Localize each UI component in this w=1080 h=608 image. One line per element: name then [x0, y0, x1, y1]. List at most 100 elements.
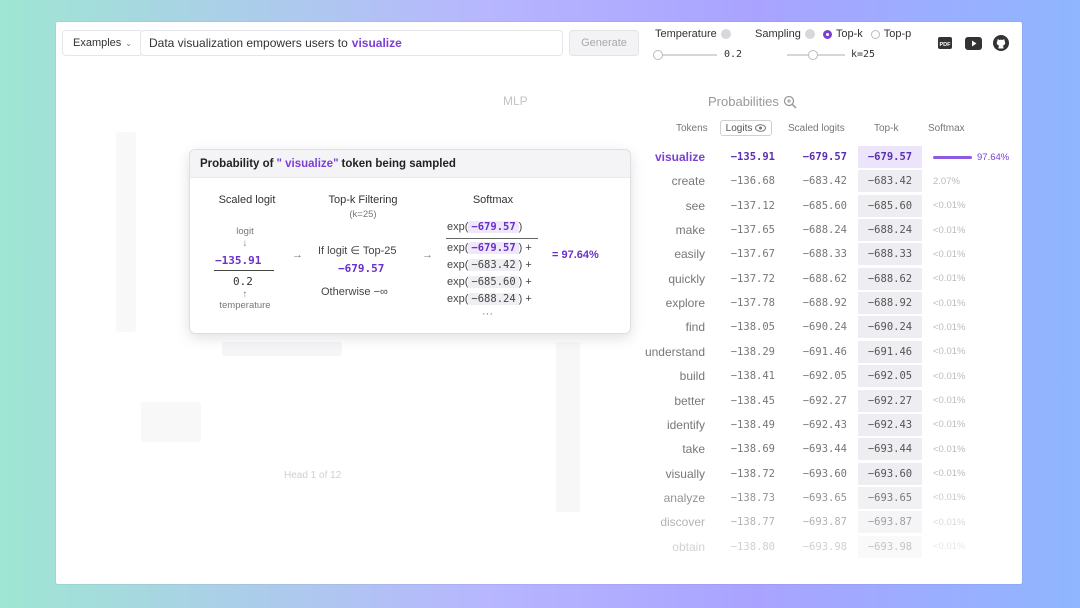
- topk-cell: −693.60: [858, 462, 922, 485]
- softmax-cell: <0.01%: [933, 341, 1013, 363]
- logit-cell: −138.77: [730, 516, 775, 529]
- softmax-cell: <0.01%: [933, 219, 1013, 241]
- topk-cell: −693.98: [858, 535, 922, 558]
- info-icon[interactable]: [720, 29, 731, 39]
- denominator-term: exp(−679.57) +: [447, 242, 532, 254]
- k-slider-knob[interactable]: [808, 50, 818, 60]
- topk-label[interactable]: Top-k: [836, 28, 863, 40]
- logit-cell: −138.80: [730, 540, 775, 553]
- probabilities-label: Probabilities: [708, 94, 779, 109]
- logit-cell: −137.72: [730, 272, 775, 285]
- exp-close: ): [518, 242, 523, 254]
- topk-radio[interactable]: [822, 29, 832, 39]
- temperature-slider-knob[interactable]: [653, 50, 663, 60]
- topk-cell: −688.92: [858, 292, 922, 315]
- probability-popup: Probability of " visualize" token being …: [189, 149, 631, 334]
- token-cell: analyze: [663, 490, 705, 505]
- denominator-value: −679.57: [468, 242, 519, 254]
- softmax-value: <0.01%: [933, 516, 966, 528]
- softmax-cell: <0.01%: [933, 243, 1013, 265]
- examples-dropdown[interactable]: Examples ⌄: [62, 30, 143, 56]
- topk-cell: −692.05: [858, 365, 922, 388]
- softmax-value: <0.01%: [933, 370, 966, 382]
- logit-cell: −136.68: [730, 175, 775, 188]
- sampling-control: Sampling Top-k Top-p: [755, 28, 911, 40]
- github-icon[interactable]: [992, 34, 1010, 52]
- scaled-logit-title: Scaled logit: [218, 194, 276, 206]
- softmax-value: <0.01%: [933, 419, 966, 431]
- scaled-logit-cell: −688.24: [802, 224, 847, 237]
- scaled-logit-cell: −693.65: [802, 491, 847, 504]
- header-scaled-logits: Scaled logits: [788, 123, 845, 134]
- header-logits: Logits: [725, 122, 753, 134]
- exp-close: ): [518, 276, 523, 288]
- denominator-value: −683.42: [468, 259, 519, 271]
- softmax-title: Softmax: [472, 194, 514, 206]
- table-row[interactable]: understand −138.29 −691.46 −691.46 <0.01%: [56, 340, 1022, 363]
- plus-sign: +: [525, 259, 532, 271]
- softmax-value: <0.01%: [933, 346, 966, 358]
- token-cell: make: [675, 223, 705, 238]
- temperature-label: temperature: [219, 300, 271, 311]
- softmax-fraction-line: [446, 238, 538, 239]
- examples-label: Examples: [73, 37, 122, 49]
- prompt-text: Data visualization empowers users to: [149, 36, 348, 50]
- logit-cell: −138.05: [730, 321, 775, 334]
- exp-close: ): [518, 221, 523, 233]
- token-cell: quickly: [668, 271, 705, 286]
- topk-cell: −692.43: [858, 413, 922, 436]
- if-text: If logit ∈ Top-25: [318, 245, 397, 257]
- probabilities-title: Probabilities: [708, 94, 797, 109]
- topk-cell: −693.65: [858, 486, 922, 509]
- popup-header: Probability of " visualize" token being …: [190, 150, 630, 178]
- topk-cell: −692.27: [858, 389, 922, 412]
- youtube-icon[interactable]: [964, 34, 982, 52]
- zoom-icon[interactable]: [783, 95, 797, 109]
- popup-title-prefix: Probability of: [200, 157, 274, 170]
- softmax-cell: <0.01%: [933, 316, 1013, 338]
- logit-cell: −138.72: [730, 467, 775, 480]
- token-cell: explore: [665, 296, 705, 311]
- softmax-value: <0.01%: [933, 492, 966, 504]
- denominator-value: −685.60: [468, 276, 519, 288]
- exp-label: exp(: [447, 259, 469, 271]
- token-cell: visualize: [654, 150, 705, 164]
- prompt-input[interactable]: Data visualization empowers users to vis…: [140, 30, 563, 56]
- header-logits-toggle[interactable]: Logits: [720, 120, 772, 136]
- table-row[interactable]: discover −138.77 −693.87 −693.87 <0.01%: [56, 511, 1022, 534]
- table-row[interactable]: visually −138.72 −693.60 −693.60 <0.01%: [56, 462, 1022, 485]
- plus-sign: +: [525, 293, 532, 305]
- numerator-value: −679.57: [468, 221, 519, 233]
- topk-cell: −693.44: [858, 438, 922, 461]
- prompt-highlight: visualize: [351, 36, 402, 50]
- token-cell: see: [685, 198, 705, 213]
- table-row[interactable]: build −138.41 −692.05 −692.05 <0.01%: [56, 365, 1022, 388]
- topp-label[interactable]: Top-p: [884, 28, 912, 40]
- up-arrow: ↑: [242, 289, 248, 300]
- arrow: →: [292, 249, 303, 261]
- temperature-slider-track[interactable]: [657, 54, 717, 56]
- topk-cell: −683.42: [858, 170, 922, 193]
- eye-icon: [755, 124, 767, 132]
- denominator-term: exp(−688.24) +: [447, 293, 532, 305]
- table-row[interactable]: obtain −138.80 −693.98 −693.98 <0.01%: [56, 535, 1022, 558]
- generate-button[interactable]: Generate: [569, 30, 639, 56]
- temperature-divisor: 0.2: [233, 275, 253, 288]
- ellipsis: ···: [482, 308, 493, 320]
- info-icon[interactable]: [804, 29, 815, 39]
- softmax-result: = 97.64%: [552, 249, 599, 261]
- sampling-label: Sampling: [755, 28, 801, 40]
- popup-token: " visualize": [276, 157, 339, 170]
- pdf-icon[interactable]: PDF: [936, 34, 954, 52]
- table-row[interactable]: identify −138.49 −692.43 −692.43 <0.01%: [56, 413, 1022, 436]
- scaled-logit-cell: −683.42: [802, 175, 847, 188]
- table-row[interactable]: better −138.45 −692.27 −692.27 <0.01%: [56, 389, 1022, 412]
- topp-radio[interactable]: [870, 29, 880, 39]
- softmax-value: <0.01%: [933, 321, 966, 333]
- table-row[interactable]: analyze −138.73 −693.65 −693.65 <0.01%: [56, 486, 1022, 509]
- temperature-value: 0.2: [724, 49, 743, 60]
- table-row[interactable]: take −138.69 −693.44 −693.44 <0.01%: [56, 438, 1022, 461]
- token-cell: obtain: [672, 539, 705, 554]
- denominator-value: −688.24: [468, 293, 519, 305]
- softmax-value: <0.01%: [933, 224, 966, 236]
